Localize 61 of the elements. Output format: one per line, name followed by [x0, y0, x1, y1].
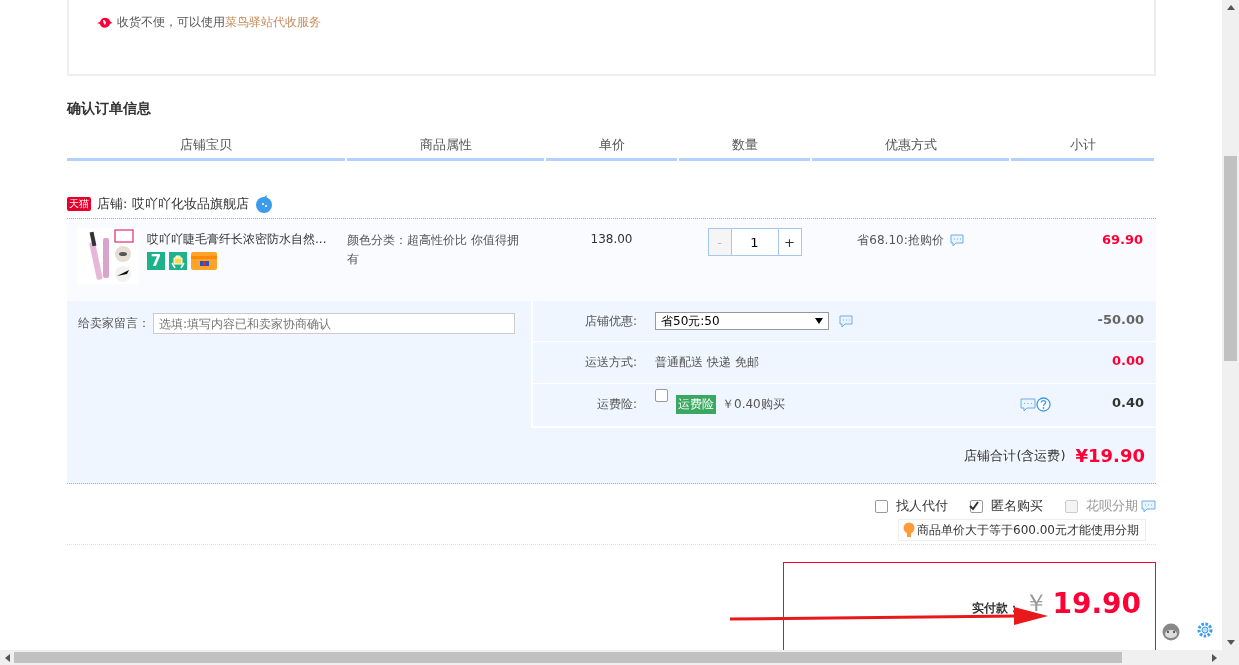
comment-icon[interactable]: [839, 314, 853, 328]
settings-icon[interactable]: [1196, 621, 1214, 639]
shop-name: 店铺: 哎吖吖化妆品旗舰店: [97, 195, 249, 213]
payment-amount: 19.90: [1052, 586, 1141, 620]
column-header: 数量: [679, 134, 810, 161]
payment-label: 实付款：: [972, 599, 1021, 617]
scroll-down-icon[interactable]: [1226, 640, 1235, 645]
column-header: 店铺宝贝: [67, 134, 345, 161]
total-label: 店铺合计(含运费): [964, 446, 1066, 465]
insurance-price: ￥0.40购买: [722, 396, 785, 414]
shipping-method: 普通配送 快递 免邮: [655, 354, 759, 371]
product-attribute: 颜色分类：超高性价比 你值得拥有: [347, 232, 520, 268]
insurance-badge: 运费险: [676, 395, 716, 415]
lightbulb-icon: [903, 522, 915, 538]
scroll-thumb[interactable]: [1224, 156, 1237, 361]
bag-icon: [169, 252, 187, 270]
horizontal-scrollbar[interactable]: [0, 650, 1222, 665]
option-label[interactable]: 匿名购买: [991, 497, 1043, 515]
fee-amount: 0.40: [1110, 394, 1145, 410]
fee-amount: 0.00: [1110, 353, 1145, 369]
notice-text: 收货不便，可以使用: [117, 14, 225, 31]
fee-label: 运费险:: [595, 396, 637, 414]
fee-label: 运送方式:: [583, 354, 637, 371]
column-header: 商品属性: [347, 134, 544, 161]
caret-icon: [815, 318, 823, 325]
option-row[interactable]: 匿名购买: [970, 497, 1043, 515]
scroll-thumb[interactable]: [14, 652, 1122, 663]
vertical-scrollbar[interactable]: [1222, 0, 1239, 650]
fee-amount: -50.00: [1096, 312, 1145, 327]
scroll-right-icon[interactable]: [1212, 653, 1217, 662]
mascot-icon[interactable]: [1161, 621, 1181, 641]
option-row[interactable]: 找人代付: [875, 497, 948, 515]
platform-badge: 天猫: [67, 197, 91, 211]
unit-price: 138.00: [590, 232, 633, 246]
column-header: 小计: [1011, 134, 1154, 161]
comment-icon[interactable]: [1020, 397, 1036, 412]
option-label[interactable]: 找人代付: [896, 497, 948, 515]
column-header: 单价: [546, 134, 677, 161]
hint-text: 商品单价大于等于600.00元才能使用分期: [917, 521, 1139, 539]
checkbox[interactable]: [655, 389, 668, 403]
checkbox[interactable]: [875, 499, 888, 513]
currency-sign: ￥: [1024, 588, 1049, 619]
subtotal-amount: 69.90: [1101, 232, 1143, 247]
section-title: 确认订单信息: [67, 99, 152, 118]
message-field[interactable]: 选填:填写内容已和卖家协商确认: [153, 313, 515, 334]
column-header: 优惠方式: [812, 134, 1009, 161]
help-icon[interactable]: [1036, 397, 1051, 413]
fee-label: 店铺优惠:: [583, 312, 637, 330]
chat-icon[interactable]: [254, 195, 273, 213]
discount-text: 省68.10:抢购价: [857, 232, 944, 249]
comment-icon[interactable]: [949, 234, 964, 247]
scroll-left-icon[interactable]: [5, 653, 10, 662]
card-icon: [191, 252, 217, 270]
product-title[interactable]: 哎吖吖睫毛膏纤长浓密防水自然...: [147, 231, 327, 248]
coupon-select[interactable]: 省50元:50: [655, 312, 829, 331]
return-badge: 7: [147, 252, 165, 270]
checkbox[interactable]: [970, 499, 983, 513]
message-label: 给卖家留言：: [78, 315, 150, 332]
scroll-up-icon[interactable]: [1226, 5, 1235, 10]
total-amount: ¥19.90: [1075, 445, 1145, 466]
bird-icon: [96, 15, 112, 30]
